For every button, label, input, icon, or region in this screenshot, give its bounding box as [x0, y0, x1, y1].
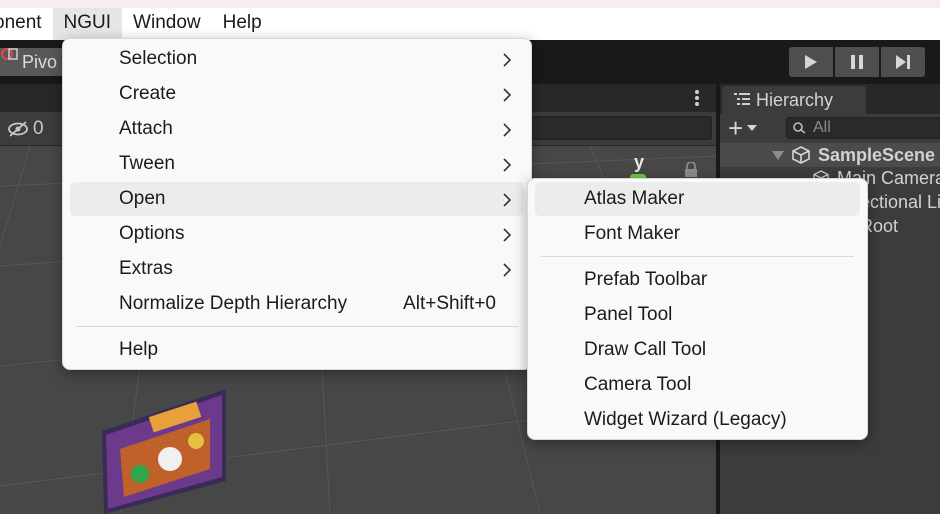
submenu-item-atlas-maker[interactable]: Atlas Maker [535, 182, 860, 216]
menu-ngui[interactable]: NGUI [52, 8, 123, 40]
menu-help[interactable]: Help [212, 8, 273, 40]
menu-item-label: Font Maker [584, 223, 681, 244]
menu-item-label: Selection [119, 48, 198, 69]
expand-arrow-icon[interactable] [772, 151, 784, 160]
menu-item-label: Normalize Depth Hierarchy [119, 293, 348, 314]
menu-component[interactable]: onent [0, 8, 53, 40]
menu-item-label: Tween [119, 153, 175, 174]
submenu-item-font-maker[interactable]: Font Maker [535, 217, 860, 251]
hidden-eye-icon [8, 121, 28, 137]
chevron-right-icon [503, 158, 512, 172]
menu-item-attach[interactable]: Attach [70, 112, 524, 146]
play-button[interactable] [789, 47, 833, 77]
chevron-down-icon [747, 125, 758, 131]
scene-visibility-toggle[interactable]: 0 [7, 117, 53, 141]
create-dropdown-button[interactable]: + [728, 113, 758, 143]
scene-gizmo-y-axis[interactable]: y [634, 152, 644, 173]
submenu-item-camera-tool[interactable]: Camera Tool [535, 368, 860, 402]
menu-item-help[interactable]: Help [70, 333, 524, 367]
menu-item-normalize-depth[interactable]: Normalize Depth Hierarchy Alt+Shift+0 [70, 287, 524, 321]
plus-icon: + [728, 113, 744, 143]
menu-separator [541, 256, 854, 257]
submenu-item-widget-wizard[interactable]: Widget Wizard (Legacy) [535, 403, 860, 437]
menu-item-options[interactable]: Options [70, 217, 524, 251]
app-menubar: onent NGUI Window Help [0, 0, 940, 40]
menu-item-label: Atlas Maker [584, 188, 685, 209]
submenu-item-draw-call-tool[interactable]: Draw Call Tool [535, 333, 860, 367]
scene-name: SampleScene [818, 145, 936, 165]
open-submenu: Atlas Maker Font Maker Prefab Toolbar Pa… [527, 178, 868, 440]
menu-item-selection[interactable]: Selection [70, 42, 524, 76]
search-icon [793, 122, 806, 134]
scene-sprite-object [102, 389, 226, 514]
menu-item-label: Camera Tool [584, 374, 692, 395]
play-icon [805, 55, 817, 69]
step-icon [896, 55, 910, 69]
lock-icon[interactable] [684, 162, 698, 178]
hidden-count: 0 [33, 118, 44, 139]
menu-item-label: Draw Call Tool [584, 339, 707, 360]
playmode-controls [789, 47, 925, 77]
menu-item-label: Help [119, 339, 159, 360]
menu-separator [76, 326, 518, 327]
scene-search-field[interactable] [530, 116, 712, 140]
menu-item-label: Attach [119, 118, 173, 139]
pivot-icon [1, 48, 18, 60]
chevron-right-icon [503, 88, 512, 102]
menu-item-create[interactable]: Create [70, 77, 524, 111]
pause-button[interactable] [835, 47, 879, 77]
hierarchy-tab-label: Hierarchy [756, 90, 834, 110]
pause-icon [851, 55, 863, 69]
menu-item-label: Widget Wizard (Legacy) [584, 409, 787, 430]
step-button[interactable] [881, 47, 925, 77]
menu-item-shortcut: Alt+Shift+0 [403, 293, 496, 314]
hierarchy-list-icon [734, 93, 750, 105]
ngui-dropdown-menu: Selection Create Attach Tween Open Optio… [62, 38, 532, 370]
menu-item-tween[interactable]: Tween [70, 147, 524, 181]
menu-window[interactable]: Window [122, 8, 212, 40]
submenu-item-prefab-toolbar[interactable]: Prefab Toolbar [535, 263, 860, 297]
menu-item-extras[interactable]: Extras [70, 252, 524, 286]
submenu-item-panel-tool[interactable]: Panel Tool [535, 298, 860, 332]
chevron-right-icon [503, 123, 512, 137]
menu-item-label: Open [119, 188, 166, 209]
hierarchy-scene-row[interactable]: SampleScene [720, 143, 940, 167]
unity-scene-icon [792, 146, 810, 164]
chevron-right-icon [503, 193, 512, 207]
menu-item-label: Prefab Toolbar [584, 269, 708, 290]
menu-item-open[interactable]: Open [70, 182, 524, 216]
menu-item-label: Options [119, 223, 185, 244]
more-options-icon[interactable] [692, 88, 702, 108]
menu-item-label: Create [119, 83, 177, 104]
chevron-right-icon [503, 228, 512, 242]
chevron-right-icon [503, 53, 512, 67]
menu-item-label: Extras [119, 258, 173, 279]
chevron-right-icon [503, 263, 512, 277]
menu-item-label: Panel Tool [584, 304, 673, 325]
hierarchy-search-input[interactable]: All [786, 117, 940, 139]
pivot-label: Pivo [22, 52, 58, 72]
